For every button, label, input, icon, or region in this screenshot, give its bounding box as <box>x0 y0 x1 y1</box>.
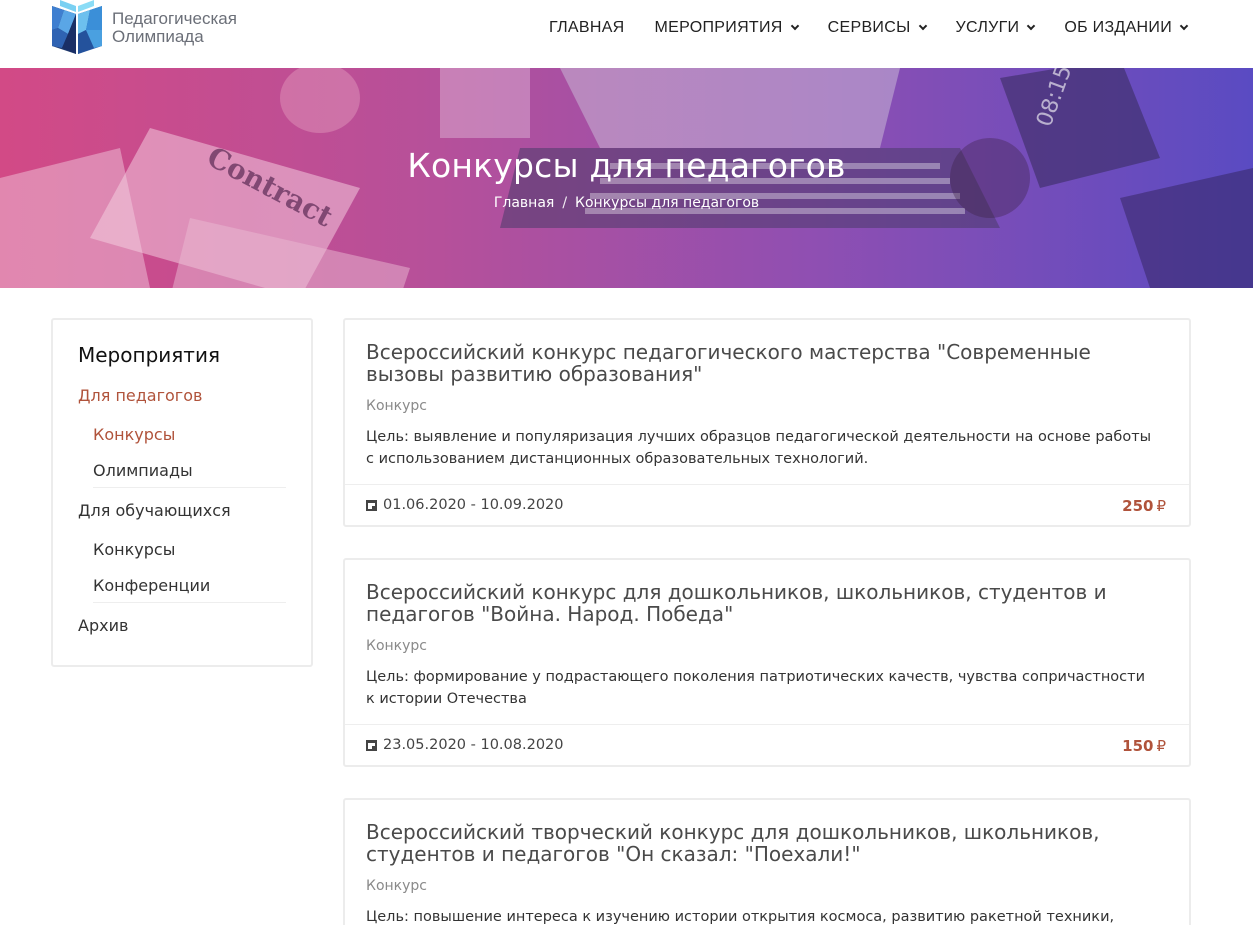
nav-label: ОБ ИЗДАНИИ <box>1064 19 1172 36</box>
calendar-icon <box>366 739 377 751</box>
nav-item-events[interactable]: МЕРОПРИЯТИЯ <box>654 18 799 38</box>
contest-description: Цель: формирование у подрастающего покол… <box>366 669 1146 707</box>
chevron-down-icon <box>1027 21 1036 31</box>
logo-line-2: Олимпиада <box>112 27 204 46</box>
logo-text: Педагогическая Олимпиада <box>112 10 237 46</box>
contest-dates-text: 23.05.2020 - 10.08.2020 <box>383 737 564 753</box>
contest-description: Цель: повышение интереса к изучению исто… <box>366 909 1115 925</box>
chevron-down-icon <box>1179 21 1189 31</box>
nav-item-services[interactable]: СЕРВИСЫ <box>827 18 927 38</box>
main-nav: ГЛАВНАЯ МЕРОПРИЯТИЯ СЕРВИСЫ УСЛУГИ ОБ ИЗ… <box>549 18 1189 38</box>
sidebar-subitem-student-contests[interactable]: Конкурсы <box>93 540 175 559</box>
contest-type: Конкурс <box>366 638 427 654</box>
contest-title-link[interactable]: Всероссийский творческий конкурс для дош… <box>366 821 1166 865</box>
breadcrumb-current: Конкурсы для педагогов <box>575 195 760 211</box>
contest-description: Цель: выявление и популяризация лучших о… <box>366 429 1152 467</box>
price-value: 250 <box>1122 497 1154 515</box>
book-logo-icon <box>52 0 102 54</box>
sidebar-subitem-teacher-olympiads[interactable]: Олимпиады <box>93 461 193 480</box>
price-value: 150 <box>1122 737 1154 755</box>
contest-price: 150 ₽ <box>1122 737 1166 755</box>
currency-symbol: ₽ <box>1156 497 1166 515</box>
nav-item-offerings[interactable]: УСЛУГИ <box>955 18 1036 38</box>
page-hero-banner: Contract 08:15 Конкурсы для педагогов Гл… <box>0 68 1253 288</box>
contest-card: Всероссийский конкурс педагогического ма… <box>343 318 1191 527</box>
breadcrumb-home-link[interactable]: Главная <box>494 195 554 211</box>
currency-symbol: ₽ <box>1156 737 1166 755</box>
chevron-down-icon <box>918 21 927 31</box>
contest-dates: 01.06.2020 - 10.09.2020 <box>366 497 564 513</box>
contest-dates: 23.05.2020 - 10.08.2020 <box>366 737 564 753</box>
sidebar-item-for-students[interactable]: Для обучающихся <box>78 501 231 520</box>
nav-label: УСЛУГИ <box>955 19 1020 36</box>
sidebar-divider <box>93 487 286 488</box>
contest-dates-text: 01.06.2020 - 10.09.2020 <box>383 497 564 513</box>
chevron-down-icon <box>790 21 799 31</box>
contest-card-footer: 23.05.2020 - 10.08.2020 150 ₽ <box>345 724 1189 766</box>
breadcrumb: Главная / Конкурсы для педагогов <box>0 195 1253 211</box>
sidebar-divider <box>93 602 286 603</box>
contest-type: Конкурс <box>366 398 427 414</box>
sidebar-item-for-teachers[interactable]: Для педагогов <box>78 386 202 405</box>
events-sidebar: Мероприятия Для педагогов Конкурсы Олимп… <box>51 318 313 667</box>
sidebar-subitem-student-conferences[interactable]: Конференции <box>93 576 210 595</box>
breadcrumb-separator: / <box>562 195 568 211</box>
page-title: Конкурсы для педагогов <box>407 146 846 185</box>
sidebar-item-archive[interactable]: Архив <box>78 616 128 635</box>
nav-label: СЕРВИСЫ <box>827 19 911 36</box>
contest-title-link[interactable]: Всероссийский конкурс педагогического ма… <box>366 341 1166 385</box>
site-header: Педагогическая Олимпиада ГЛАВНАЯ МЕРОПРИ… <box>0 0 1253 68</box>
sidebar-title: Мероприятия <box>78 343 220 367</box>
site-logo[interactable]: Педагогическая Олимпиада <box>50 0 237 56</box>
calendar-icon <box>366 499 377 511</box>
nav-label: МЕРОПРИЯТИЯ <box>654 19 783 36</box>
sidebar-subitem-teacher-contests[interactable]: Конкурсы <box>93 425 175 444</box>
nav-item-home[interactable]: ГЛАВНАЯ <box>549 18 625 38</box>
contest-title-link[interactable]: Всероссийский конкурс для дошкольников, … <box>366 581 1166 625</box>
nav-item-about[interactable]: ОБ ИЗДАНИИ <box>1064 18 1189 38</box>
nav-label: ГЛАВНАЯ <box>549 19 625 36</box>
contest-price: 250 ₽ <box>1122 497 1166 515</box>
contest-card: Всероссийский конкурс для дошкольников, … <box>343 558 1191 767</box>
contest-type: Конкурс <box>366 878 427 894</box>
contest-card-footer: 01.06.2020 - 10.09.2020 250 ₽ <box>345 484 1189 526</box>
logo-line-1: Педагогическая <box>112 9 237 28</box>
contest-card: Всероссийский творческий конкурс для дош… <box>343 798 1191 925</box>
